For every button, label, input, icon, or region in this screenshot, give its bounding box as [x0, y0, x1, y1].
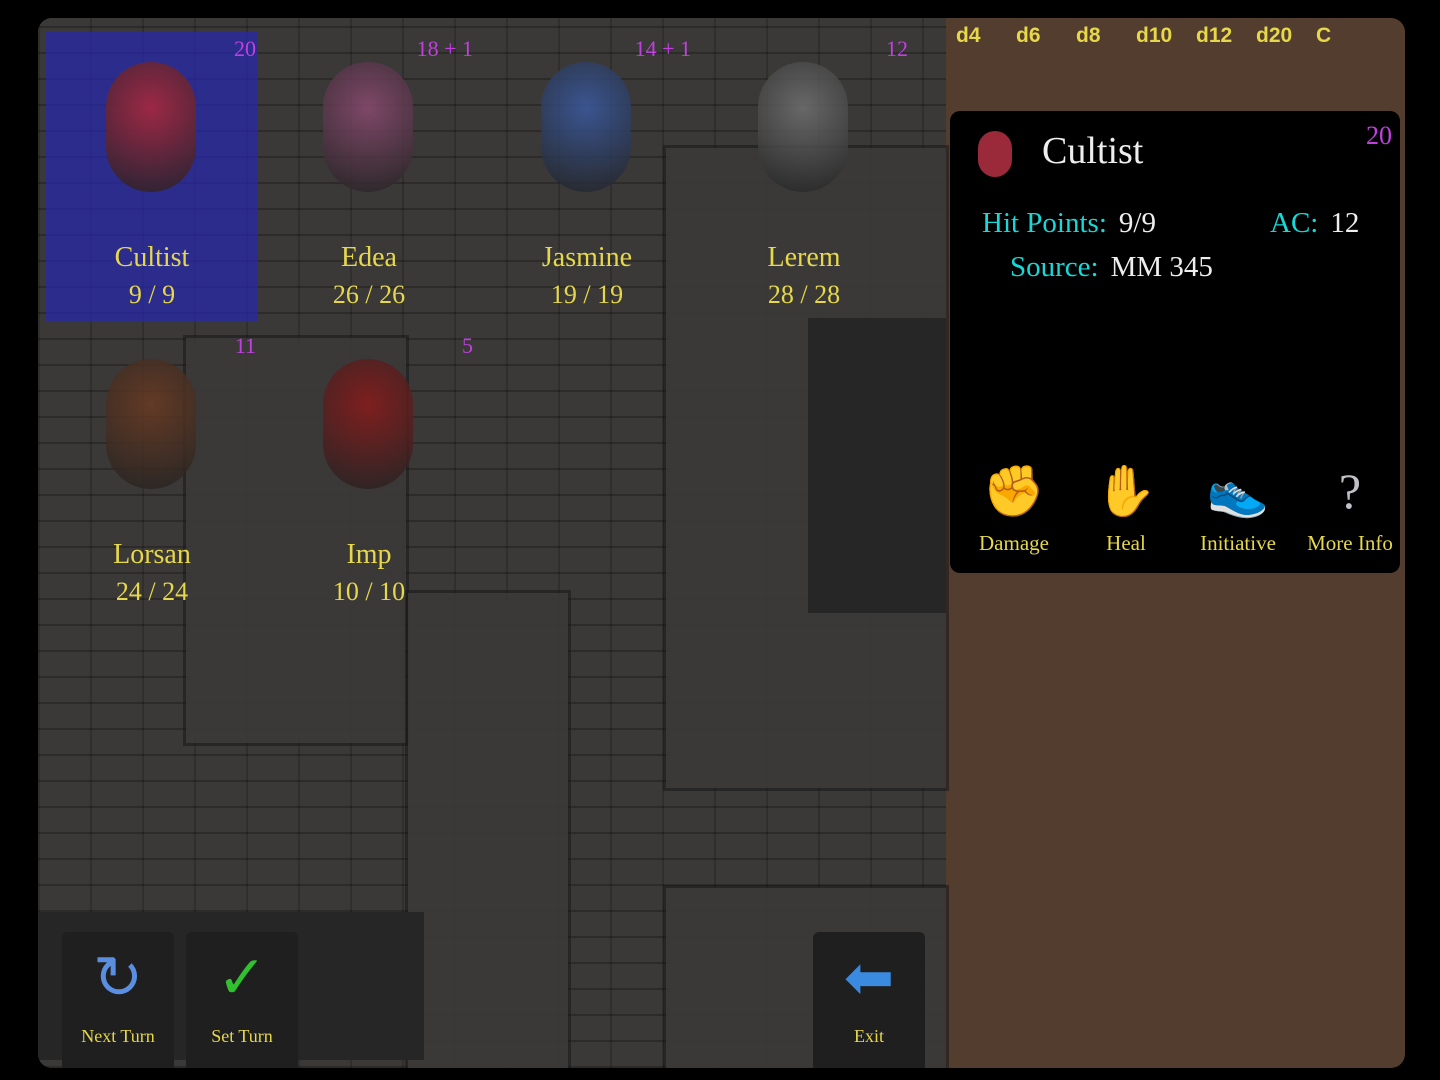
question-mark-icon: ? [1338, 463, 1362, 519]
ac-label: AC: [1270, 207, 1319, 239]
side-panel: d4 d6 d8 d10 d12 d20 C Cultist 20 Hit Points: 9… [946, 18, 1405, 1068]
token-lorsan[interactable]: 11 Lorsan 24 / 24 [46, 329, 258, 619]
dice-c-button[interactable]: C [1316, 24, 1376, 48]
source-stat: Source: MM 345 [1010, 251, 1213, 284]
token-initiative: 5 [462, 333, 473, 358]
map-room [408, 593, 568, 1068]
ac-value: 12 [1330, 207, 1360, 239]
token-hp: 19 / 19 [550, 280, 624, 309]
creature-card: Cultist 20 Hit Points: 9/9 AC: 12 Source: M… [950, 111, 1400, 573]
next-turn-button[interactable]: ↻ Next Turn [62, 932, 174, 1068]
token-hp: 9 / 9 [128, 280, 176, 309]
set-turn-label: Set Turn [211, 1026, 273, 1046]
hit-points-stat: Hit Points: 9/9 [982, 207, 1156, 240]
creature-thumbnail [978, 131, 1012, 177]
healing-hand-icon: ✋ [1094, 463, 1158, 519]
dice-d8-button[interactable]: d8 [1076, 24, 1136, 48]
source-value: MM 345 [1110, 251, 1213, 283]
dice-bar: d4 d6 d8 d10 d12 d20 C [956, 24, 1376, 48]
next-turn-label: Next Turn [81, 1026, 155, 1046]
initiative-button[interactable]: 👟 Initiative [1182, 451, 1294, 556]
fog-area [808, 318, 946, 613]
token-hp: 24 / 24 [115, 577, 189, 606]
checkmark-icon: ✓ [216, 945, 268, 1011]
character-portrait-icon [106, 359, 196, 489]
character-portrait-icon [323, 359, 413, 489]
dice-d12-button[interactable]: d12 [1196, 24, 1256, 48]
token-cultist[interactable]: 20 Cultist 9 / 9 [46, 32, 258, 322]
action-label: Damage [979, 531, 1049, 555]
token-hp: 26 / 26 [332, 280, 406, 309]
dice-d20-button[interactable]: d20 [1256, 24, 1316, 48]
token-name: Lerem [767, 242, 841, 273]
back-arrow-icon: ⬅ [843, 945, 895, 1011]
dice-d4-button[interactable]: d4 [956, 24, 1016, 48]
token-name: Imp [346, 539, 392, 570]
creature-name: Cultist [1042, 130, 1144, 172]
set-turn-button[interactable]: ✓ Set Turn [186, 932, 298, 1068]
token-name: Edea [341, 242, 397, 273]
token-initiative: 12 [886, 36, 908, 61]
token-hp: 10 / 10 [332, 577, 406, 606]
exit-label: Exit [854, 1026, 884, 1046]
token-initiative: 18 + 1 [416, 36, 473, 61]
character-portrait-icon [323, 62, 413, 192]
source-label: Source: [1010, 251, 1099, 283]
action-label: Heal [1106, 531, 1146, 555]
dice-d10-button[interactable]: d10 [1136, 24, 1196, 48]
character-portrait-icon [541, 62, 631, 192]
token-name: Jasmine [541, 242, 633, 273]
heal-button[interactable]: ✋ Heal [1070, 451, 1182, 556]
action-label: More Info [1307, 531, 1393, 555]
hit-points-label: Hit Points: [982, 207, 1107, 239]
token-initiative: 20 [234, 36, 256, 61]
character-portrait-icon [106, 62, 196, 192]
character-portrait-icon [758, 62, 848, 192]
winged-boot-icon: 👟 [1206, 463, 1270, 519]
token-jasmine[interactable]: 14 + 1 Jasmine 19 / 19 [481, 32, 693, 322]
creature-initiative: 20 [1366, 121, 1392, 150]
damage-button[interactable]: ✊ Damage [958, 451, 1070, 556]
token-lerem[interactable]: 12 Lerem 28 / 28 [698, 32, 910, 322]
token-name: Cultist [114, 242, 190, 273]
hit-points-value: 9/9 [1118, 207, 1156, 239]
battle-map[interactable]: 20 Cultist 9 / 9 18 + 1 Edea 26 / 26 14 + … [38, 18, 946, 1068]
token-edea[interactable]: 18 + 1 Edea 26 / 26 [263, 32, 475, 322]
token-name: Lorsan [113, 539, 191, 570]
dice-d6-button[interactable]: d6 [1016, 24, 1076, 48]
app-frame: 20 Cultist 9 / 9 18 + 1 Edea 26 / 26 14 + … [38, 18, 1405, 1068]
fist-icon: ✊ [982, 463, 1046, 519]
token-imp[interactable]: 5 Imp 10 / 10 [263, 329, 475, 619]
exit-button[interactable]: ⬅ Exit [813, 932, 925, 1068]
more-info-button[interactable]: ? More Info [1294, 451, 1405, 556]
ac-stat: AC: 12 [1270, 207, 1359, 240]
action-label: Initiative [1200, 531, 1276, 555]
token-initiative: 11 [234, 333, 256, 358]
refresh-icon: ↻ [92, 945, 144, 1011]
token-hp: 28 / 28 [767, 280, 841, 309]
token-initiative: 14 + 1 [634, 36, 691, 61]
